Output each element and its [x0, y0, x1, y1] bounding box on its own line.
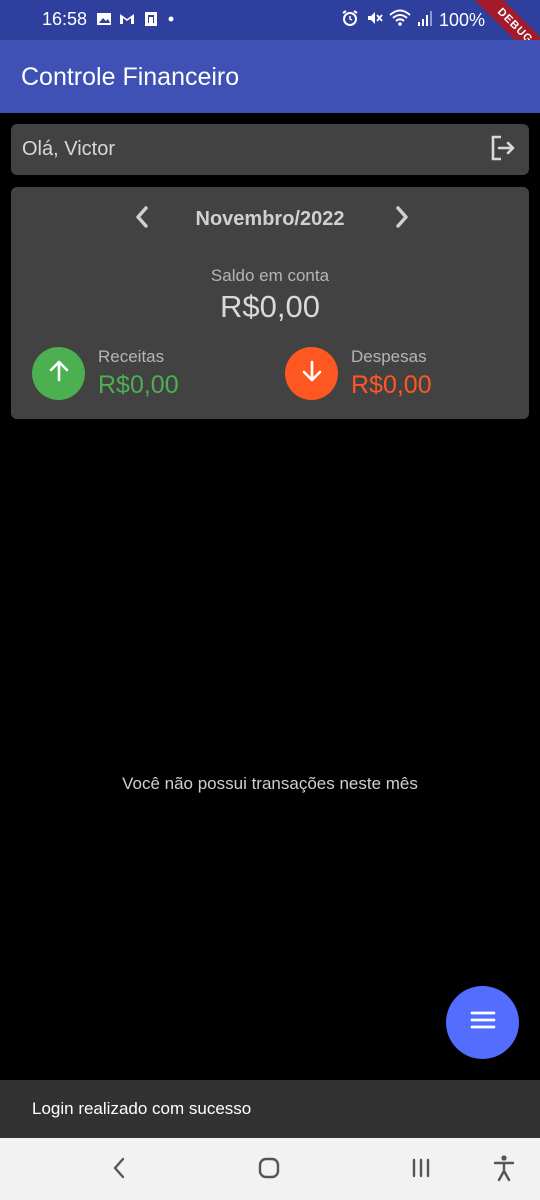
snackbar: Login realizado com sucesso — [0, 1080, 540, 1138]
income-value: R$0,00 — [98, 371, 179, 399]
logout-icon — [488, 133, 518, 168]
notification-icons — [96, 10, 176, 33]
clipboard-icon — [142, 10, 160, 33]
gmail-icon — [118, 11, 136, 32]
dot-icon — [166, 11, 176, 32]
balance-label: Saldo em conta — [210, 266, 330, 285]
status-time: 16:58 — [42, 9, 88, 29]
previous-month-button[interactable] — [128, 205, 156, 233]
accessibility-icon — [492, 1154, 516, 1187]
arrow-down-icon — [299, 358, 325, 389]
greeting-card: Olá, Victor — [11, 124, 529, 175]
next-month-button[interactable] — [388, 205, 416, 233]
recents-button[interactable] — [403, 1152, 439, 1188]
back-icon — [109, 1156, 129, 1185]
signal-icon — [417, 9, 433, 32]
menu-fab[interactable] — [446, 986, 519, 1059]
back-button[interactable] — [101, 1152, 137, 1188]
income-indicator — [32, 347, 85, 400]
alarm-icon — [341, 9, 359, 32]
mute-icon — [365, 9, 383, 32]
home-icon — [257, 1156, 281, 1185]
wifi-icon — [389, 9, 411, 32]
battery-text: 100% — [438, 10, 485, 30]
snackbar-message: Login realizado com sucesso — [32, 1099, 252, 1118]
income-label: Receitas — [98, 347, 165, 366]
arrow-up-icon — [46, 358, 72, 389]
app-bar: Controle Financeiro — [0, 40, 540, 113]
app-title: Controle Financeiro — [21, 63, 240, 91]
month-label: Novembro/2022 — [195, 208, 345, 230]
chevron-left-icon — [133, 205, 151, 234]
image-icon — [96, 11, 112, 32]
balance-value: R$0,00 — [220, 289, 320, 324]
greeting-text: Olá, Victor — [22, 138, 115, 160]
chevron-right-icon — [393, 205, 411, 234]
recents-icon — [409, 1156, 433, 1185]
expense-label: Despesas — [351, 347, 427, 366]
status-right: 100% — [341, 9, 485, 32]
logout-button[interactable] — [487, 134, 519, 166]
expense-value: R$0,00 — [351, 371, 432, 399]
empty-state-message: Você não possui transações neste mês — [122, 774, 418, 793]
system-nav-bar — [0, 1138, 540, 1200]
summary-card: Novembro/2022 Saldo em conta R$0,00 Rece… — [11, 187, 529, 419]
home-button[interactable] — [251, 1152, 287, 1188]
expense-indicator — [285, 347, 338, 400]
menu-icon — [470, 1009, 496, 1036]
status-bar: 16:58 100% DEBUG — [0, 0, 540, 80]
accessibility-button[interactable] — [486, 1152, 522, 1188]
